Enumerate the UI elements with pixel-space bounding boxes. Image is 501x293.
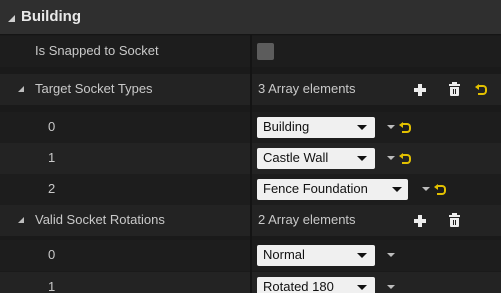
combo-value: Castle Wall xyxy=(263,150,329,165)
element-index: 0 xyxy=(48,119,56,134)
category-title: Building xyxy=(21,8,81,25)
element-menu-chevron-down-icon[interactable] xyxy=(387,125,395,129)
is-snapped-checkbox[interactable] xyxy=(257,43,274,60)
socket-type-combo[interactable]: Building xyxy=(257,117,375,138)
reset-to-default-icon[interactable] xyxy=(475,84,487,95)
element-index: 1 xyxy=(48,150,56,165)
element-menu-chevron-down-icon[interactable] xyxy=(422,187,430,191)
element-menu-chevron-down-icon[interactable] xyxy=(387,253,395,257)
socket-type-combo[interactable]: Castle Wall xyxy=(257,148,375,169)
chevron-down-icon xyxy=(357,125,367,130)
combo-value: Normal xyxy=(263,247,305,262)
combo-value: Building xyxy=(263,119,310,134)
reset-to-default-icon[interactable] xyxy=(434,184,446,195)
rotation-combo[interactable]: Rotated 180 xyxy=(257,277,375,293)
combo-value: Fence Foundation xyxy=(263,181,368,196)
array-element-count: 2 Array elements xyxy=(258,212,356,227)
building-category-header[interactable]: Building xyxy=(0,0,501,35)
rotation-combo[interactable]: Normal xyxy=(257,245,375,266)
reset-to-default-icon[interactable] xyxy=(399,122,411,133)
details-panel: Building Is Snapped to Socket Target Soc… xyxy=(0,0,501,293)
expanded-triangle-icon[interactable] xyxy=(18,86,24,92)
clear-array-trash-icon[interactable] xyxy=(449,82,460,96)
chevron-down-icon xyxy=(357,156,367,161)
element-menu-chevron-down-icon[interactable] xyxy=(387,156,395,160)
column-splitter[interactable] xyxy=(250,35,252,293)
clear-array-trash-icon[interactable] xyxy=(449,213,460,227)
chevron-down-icon xyxy=(357,285,367,290)
element-index: 1 xyxy=(48,279,56,293)
socket-type-combo[interactable]: Fence Foundation xyxy=(257,179,408,200)
combo-value: Rotated 180 xyxy=(263,279,334,293)
expanded-triangle-icon[interactable] xyxy=(8,15,15,22)
reset-to-default-icon[interactable] xyxy=(399,153,411,164)
chevron-down-icon xyxy=(392,187,402,192)
array-element-count: 3 Array elements xyxy=(258,81,356,96)
expanded-triangle-icon[interactable] xyxy=(18,217,24,223)
property-label: Is Snapped to Socket xyxy=(35,43,159,58)
property-label: Valid Socket Rotations xyxy=(35,212,165,227)
chevron-down-icon xyxy=(357,253,367,258)
element-index: 0 xyxy=(48,247,56,262)
add-element-plus-icon[interactable] xyxy=(414,84,426,96)
element-menu-chevron-down-icon[interactable] xyxy=(387,285,395,289)
property-label: Target Socket Types xyxy=(35,81,153,96)
element-index: 2 xyxy=(48,181,56,196)
add-element-plus-icon[interactable] xyxy=(414,215,426,227)
